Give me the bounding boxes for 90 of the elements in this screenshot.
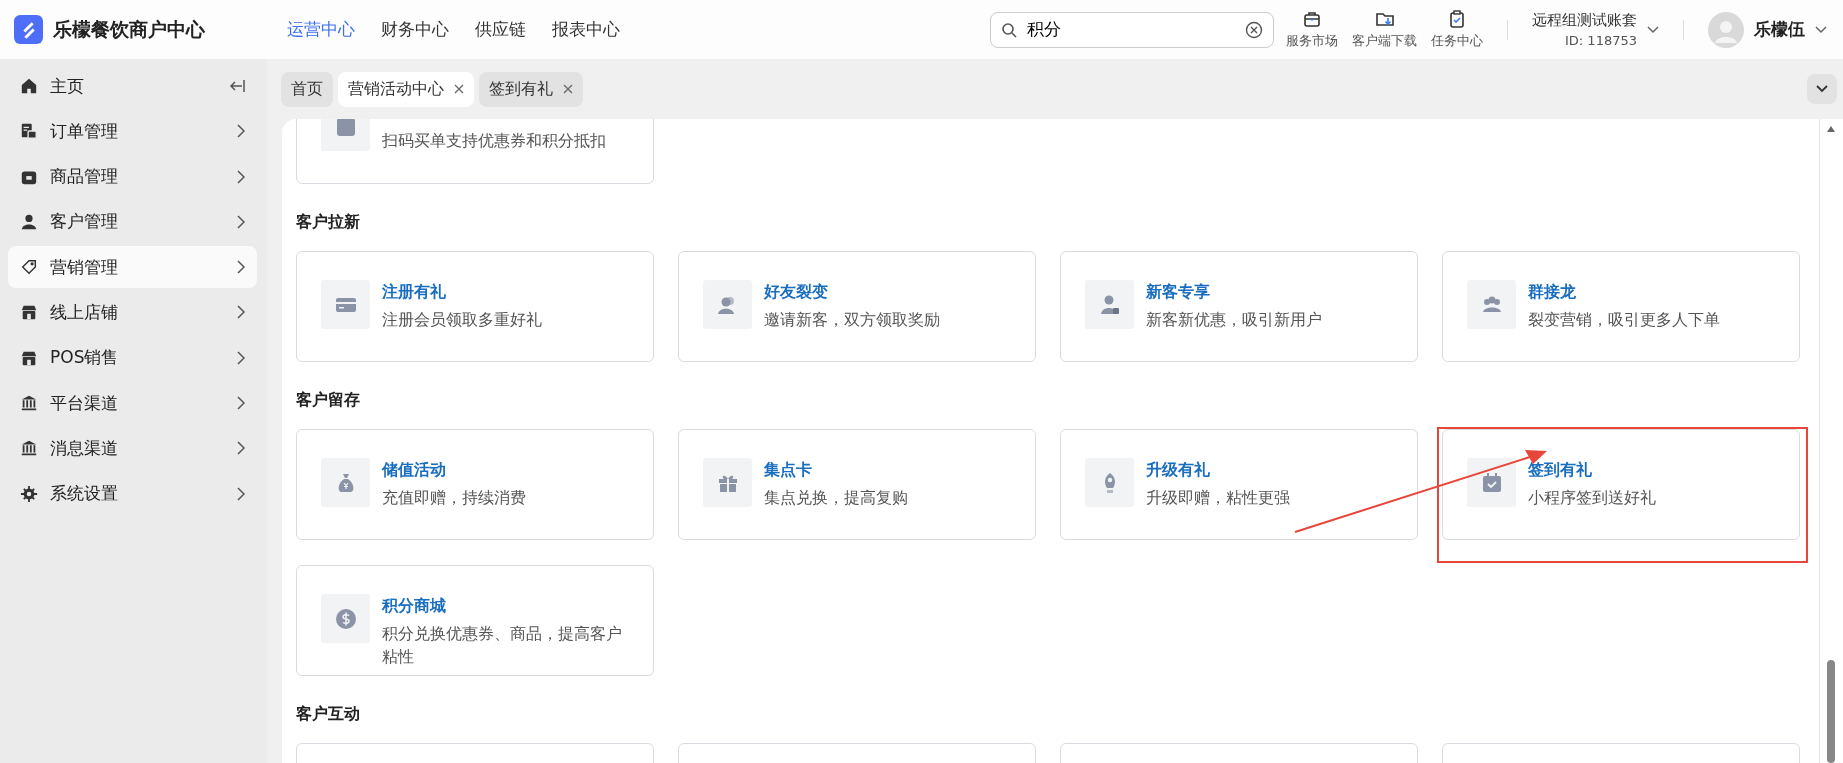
card-title: 储值活动 — [382, 460, 447, 481]
card-description: 集点兑换，提高复购 — [764, 488, 908, 509]
bank-icon — [20, 394, 38, 413]
nav-tab[interactable]: 供应链 — [475, 18, 526, 41]
account-id: ID: 118753 — [1565, 33, 1637, 48]
chevron-right-icon — [237, 486, 245, 501]
activity-card[interactable]: 签到有礼 小程序签到送好礼 — [1442, 429, 1800, 540]
activity-card[interactable]: 升级有礼 升级即赠，粘性更强 — [1060, 429, 1418, 540]
clipboard-check-icon — [1447, 9, 1467, 29]
card-title: 签到有礼 — [1528, 460, 1593, 481]
card-title: 积分商城 — [382, 596, 447, 617]
card-description: 升级即赠，粘性更强 — [1146, 488, 1290, 509]
chevron-right-icon — [237, 214, 245, 229]
activity-card[interactable]: 群接龙 裂变营销，吸引更多人下单 — [1442, 251, 1800, 362]
person-icon — [20, 212, 38, 231]
search-field[interactable]: 积分 — [990, 11, 1274, 48]
section-title: 客户拉新 — [296, 212, 361, 233]
activity-card[interactable]: 集点卡 集点兑换，提高复购 — [678, 429, 1036, 540]
scrollbar[interactable] — [1819, 119, 1843, 763]
sidebar-item[interactable]: POS销售 — [8, 336, 257, 379]
toolbar-button[interactable]: 任务中心 — [1431, 9, 1483, 50]
scroll-up-icon[interactable] — [1826, 125, 1836, 133]
chevron-right-icon — [237, 396, 245, 411]
card-description: 裂变营销，吸引更多人下单 — [1528, 310, 1720, 331]
card-description: 充值即赠，持续消费 — [382, 488, 526, 509]
brand-name: 乐檬餐饮商户中心 — [53, 16, 205, 42]
chevron-down-icon — [1816, 85, 1828, 93]
scrollbar-thumb[interactable] — [1827, 660, 1835, 763]
chevron-right-icon — [237, 305, 245, 320]
activity-card[interactable]: 扫码买单支持优惠券和积分抵扣 — [296, 119, 654, 184]
search-icon — [1001, 21, 1017, 38]
chevron-down-icon[interactable] — [1647, 25, 1659, 34]
sidebar-item[interactable]: 平台渠道 — [8, 382, 257, 425]
sidebar-item[interactable]: 主页 — [8, 65, 257, 107]
sidebar-item[interactable]: 消息渠道 — [8, 427, 257, 470]
card-title: 群接龙 — [1528, 282, 1577, 303]
bank-icon — [20, 439, 38, 458]
receipt-icon — [20, 122, 38, 141]
page-tab[interactable]: 营销活动中心 — [338, 71, 474, 107]
clear-icon[interactable] — [1245, 20, 1263, 39]
nav-tab[interactable]: 运营中心 — [287, 18, 355, 41]
section-title: 客户留存 — [296, 390, 361, 411]
close-icon[interactable] — [454, 84, 464, 94]
card-description: 新客新优惠，吸引新用户 — [1146, 310, 1322, 331]
nav-tab[interactable]: 报表中心 — [552, 18, 620, 41]
store-icon — [20, 303, 38, 322]
card-description: 邀请新客，双方领取奖励 — [764, 310, 940, 331]
section-title: 客户互动 — [296, 704, 361, 725]
card-description: 小程序签到送好礼 — [1528, 488, 1656, 509]
page-tab[interactable]: 首页 — [281, 71, 333, 107]
chevron-right-icon — [237, 124, 245, 139]
card-title: 好友裂变 — [764, 282, 829, 303]
briefcase-icon — [1302, 9, 1322, 29]
card-title: 集点卡 — [764, 460, 813, 481]
settings-icon — [20, 484, 38, 503]
card-description: 注册会员领取多重好礼 — [382, 310, 542, 331]
sidebar-item[interactable]: 营销管理 — [8, 246, 257, 289]
logo-icon — [14, 15, 43, 44]
account-name[interactable]: 远程组测试账套 — [1532, 11, 1637, 30]
page-tab[interactable]: 签到有礼 — [479, 71, 583, 107]
sidebar-item[interactable]: 订单管理 — [8, 110, 257, 153]
sidebar-item[interactable]: 客户管理 — [8, 200, 257, 243]
activity-card[interactable]: 好友裂变 邀请新客，双方领取奖励 — [678, 251, 1036, 362]
chevron-right-icon — [237, 350, 245, 365]
toolbar-button[interactable]: 服务市场 — [1286, 9, 1338, 50]
card-title: 新客专享 — [1146, 282, 1211, 303]
activity-card[interactable]: 储值活动 充值即赠，持续消费 — [296, 429, 654, 540]
chevron-right-icon — [237, 260, 245, 275]
chevron-down-icon[interactable] — [1815, 25, 1827, 34]
tag-icon — [20, 258, 38, 277]
user-name[interactable]: 乐檬伍 — [1754, 18, 1805, 41]
sidebar-item[interactable]: 商品管理 — [8, 155, 257, 198]
home-icon — [20, 77, 38, 95]
chevron-right-icon — [237, 169, 245, 184]
expand-button[interactable] — [1807, 74, 1837, 104]
card-description: 积分兑换优惠券、商品，提高客户粘性 — [382, 624, 623, 669]
card-title: 注册有礼 — [382, 282, 447, 303]
sidebar-item[interactable]: 线上店铺 — [8, 291, 257, 334]
coin-icon — [333, 606, 358, 631]
toolbar-button[interactable]: 客户端下载 — [1352, 9, 1417, 50]
close-icon[interactable] — [563, 84, 573, 94]
chevron-right-icon — [237, 441, 245, 456]
card-title: 升级有礼 — [1146, 460, 1211, 481]
nav-tab[interactable]: 财务中心 — [381, 18, 449, 41]
activity-card[interactable]: 注册有礼 注册会员领取多重好礼 — [296, 251, 654, 362]
sidebar-item[interactable]: 系统设置 — [8, 472, 257, 515]
activity-card[interactable]: 新客专享 新客新优惠，吸引新用户 — [1060, 251, 1418, 362]
activity-card[interactable]: 积分商城 积分兑换优惠券、商品，提高客户粘性 — [296, 565, 654, 676]
search-input[interactable]: 积分 — [1025, 18, 1237, 41]
collapse-icon[interactable] — [229, 79, 245, 93]
